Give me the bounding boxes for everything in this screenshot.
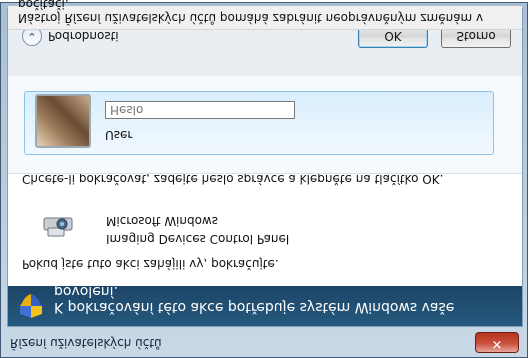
flipped-dialog-root: Řízení uživatelských účtů ✕ K pokračován…: [0, 0, 530, 358]
details-label: Podrobnosti: [48, 29, 119, 43]
title-bar[interactable]: Řízení uživatelských účtů ✕: [1, 327, 527, 357]
uac-dialog-window: Řízení uživatelských účtů ✕ K pokračován…: [0, 0, 528, 358]
user-tile[interactable]: User: [24, 91, 494, 155]
permission-banner: K pokračování této akce potřebuje systém…: [8, 283, 522, 326]
window-title: Řízení uživatelských účtů: [10, 336, 162, 350]
password-input[interactable]: [105, 101, 295, 119]
program-info: Imaging Devices Control Panel Microsoft …: [40, 200, 400, 246]
info-strip: Nástroj Řízení uživatelských účtů pomáhá…: [8, 0, 522, 30]
program-publisher: Microsoft Windows: [106, 214, 218, 228]
user-name: User: [105, 128, 133, 142]
admin-password-instruction: Chcete-li pokračovat, zadejte heslo sprá…: [22, 172, 444, 186]
dialog-client-area: K pokračování této akce potřebuje systém…: [7, 0, 523, 327]
camera-icon: [43, 217, 73, 237]
close-button[interactable]: ✕: [475, 332, 519, 353]
program-name: Imaging Devices Control Panel: [106, 232, 290, 246]
avatar: [35, 94, 91, 148]
banner-text: K pokračování této akce potřebuje systém…: [54, 283, 455, 315]
credentials-panel: User: [8, 74, 522, 174]
continue-instruction: Pokud jste tuto akci zahájili vy, pokrač…: [22, 257, 279, 271]
close-icon: ✕: [491, 336, 503, 351]
uac-shield-icon: [19, 293, 43, 319]
info-text: Nástroj Řízení uživatelských účtů pomáhá…: [18, 0, 484, 25]
